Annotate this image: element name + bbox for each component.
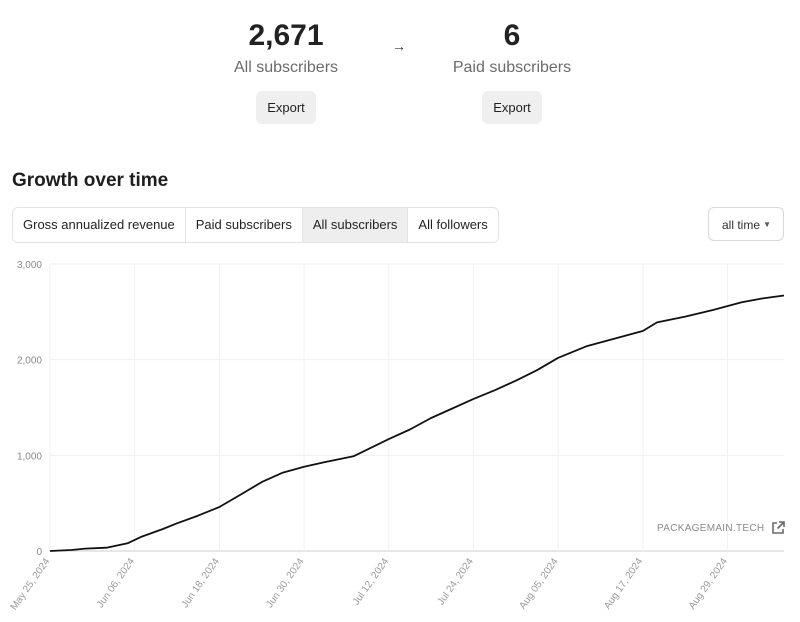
all-subscribers-count: 2,671 (248, 19, 324, 52)
x-tick-label: Jul 24, 2024 (436, 556, 477, 607)
x-tick-label: Jun 30, 2024 (264, 556, 306, 610)
time-range-value: all time (722, 218, 761, 232)
chart-grid (49, 263, 784, 552)
x-tick-label: Jul 12, 2024 (351, 556, 392, 607)
x-tick-label: Jun 06, 2024 (95, 556, 137, 610)
watermark[interactable]: PACKAGEMAIN.TECH (657, 520, 786, 536)
metric-tabs: Gross annualized revenue Paid subscriber… (12, 207, 499, 243)
time-range-select[interactable]: all time ▼ (708, 207, 784, 241)
external-link-icon (772, 521, 786, 534)
tab-all-followers[interactable]: All followers (408, 208, 498, 242)
y-tick-label: 3,000 (17, 260, 42, 271)
paid-subscribers-stat: 6 Paid subscribers Export (412, 14, 612, 124)
series-line (49, 294, 785, 552)
x-tick-label: May 25, 2024 (9, 556, 53, 612)
paid-subscribers-count: 6 (503, 19, 521, 52)
x-tick-label: Jun 18, 2024 (180, 556, 222, 610)
export-all-subscribers-button[interactable]: Export (256, 91, 316, 124)
y-tick-label: 0 (36, 547, 42, 558)
x-tick-label: Aug 29, 2024 (687, 556, 730, 611)
x-axis: May 25, 2024 Jun 06, 2024 Jun 18, 2024 Jun … (9, 556, 731, 612)
all-subscribers-label: All subscribers (233, 59, 339, 76)
x-tick-label: Aug 05, 2024 (517, 556, 560, 611)
y-tick-label: 2,000 (17, 356, 42, 367)
growth-chart: 0 1,000 2,000 3,000 May 25, 2024 Jun 06, 202… (9, 260, 785, 612)
export-paid-subscribers-button[interactable]: Export (482, 91, 542, 124)
tab-paid-subscribers[interactable]: Paid subscribers (185, 208, 303, 242)
caret-down-icon: ▼ (763, 220, 771, 229)
watermark-text: PACKAGEMAIN.TECH (657, 522, 765, 534)
tab-all-subscribers[interactable]: All subscribers (302, 208, 409, 242)
x-tick-label: Aug 17, 2024 (602, 556, 645, 611)
y-axis: 0 1,000 2,000 3,000 (17, 260, 42, 558)
y-tick-label: 1,000 (17, 451, 42, 462)
arrow-right-icon: → (392, 38, 406, 54)
all-subscribers-stat: 2,671 All subscribers Export (186, 14, 386, 124)
paid-subscribers-label: Paid subscribers (452, 59, 572, 76)
section-title: Growth over time (12, 170, 169, 191)
tab-gross-annualized-revenue[interactable]: Gross annualized revenue (13, 208, 186, 242)
